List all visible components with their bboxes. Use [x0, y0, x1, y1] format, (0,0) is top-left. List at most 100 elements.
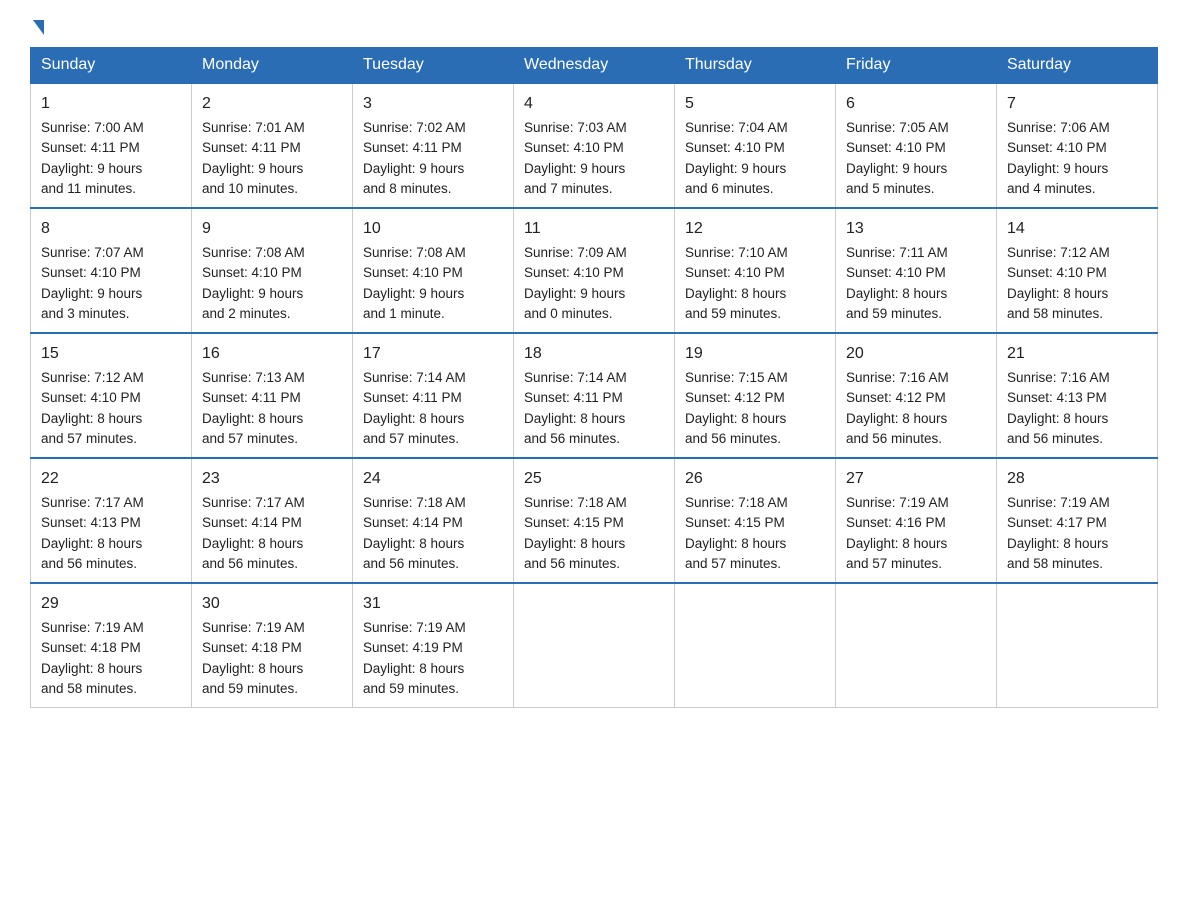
day-number: 15 [41, 342, 181, 366]
sunset-text: Sunset: 4:18 PM [202, 640, 302, 655]
calendar-cell-26: 26 Sunrise: 7:18 AM Sunset: 4:15 PM Dayl… [675, 458, 836, 583]
day-number: 9 [202, 217, 342, 241]
sunset-text: Sunset: 4:14 PM [363, 515, 463, 530]
calendar-cell-9: 9 Sunrise: 7:08 AM Sunset: 4:10 PM Dayli… [192, 208, 353, 333]
sunset-text: Sunset: 4:10 PM [41, 390, 141, 405]
day-number: 28 [1007, 467, 1147, 491]
sunset-text: Sunset: 4:10 PM [363, 265, 463, 280]
week-row-5: 29 Sunrise: 7:19 AM Sunset: 4:18 PM Dayl… [31, 583, 1158, 708]
page-header [30, 20, 1158, 37]
calendar-cell-29: 29 Sunrise: 7:19 AM Sunset: 4:18 PM Dayl… [31, 583, 192, 708]
daylight-text: Daylight: 8 hours [1007, 286, 1108, 301]
day-number: 8 [41, 217, 181, 241]
daylight-minutes-text: and 56 minutes. [685, 431, 781, 446]
sunrise-text: Sunrise: 7:12 AM [1007, 245, 1110, 260]
day-number: 16 [202, 342, 342, 366]
day-number: 3 [363, 92, 503, 116]
sunset-text: Sunset: 4:10 PM [685, 265, 785, 280]
calendar-cell-12: 12 Sunrise: 7:10 AM Sunset: 4:10 PM Dayl… [675, 208, 836, 333]
sunrise-text: Sunrise: 7:02 AM [363, 120, 466, 135]
day-number: 23 [202, 467, 342, 491]
day-number: 24 [363, 467, 503, 491]
sunrise-text: Sunrise: 7:16 AM [1007, 370, 1110, 385]
sunrise-text: Sunrise: 7:19 AM [1007, 495, 1110, 510]
day-number: 26 [685, 467, 825, 491]
daylight-text: Daylight: 8 hours [363, 661, 464, 676]
day-number: 27 [846, 467, 986, 491]
sunrise-text: Sunrise: 7:19 AM [202, 620, 305, 635]
sunset-text: Sunset: 4:11 PM [363, 390, 462, 405]
calendar-cell-17: 17 Sunrise: 7:14 AM Sunset: 4:11 PM Dayl… [353, 333, 514, 458]
daylight-minutes-text: and 56 minutes. [41, 556, 137, 571]
calendar-cell-empty [836, 583, 997, 708]
sunrise-text: Sunrise: 7:11 AM [846, 245, 948, 260]
calendar-cell-30: 30 Sunrise: 7:19 AM Sunset: 4:18 PM Dayl… [192, 583, 353, 708]
daylight-text: Daylight: 8 hours [524, 536, 625, 551]
sunset-text: Sunset: 4:13 PM [41, 515, 141, 530]
sunset-text: Sunset: 4:10 PM [524, 140, 624, 155]
sunrise-text: Sunrise: 7:08 AM [363, 245, 466, 260]
daylight-minutes-text: and 7 minutes. [524, 181, 613, 196]
calendar-cell-2: 2 Sunrise: 7:01 AM Sunset: 4:11 PM Dayli… [192, 83, 353, 208]
calendar-cell-28: 28 Sunrise: 7:19 AM Sunset: 4:17 PM Dayl… [997, 458, 1158, 583]
column-header-saturday: Saturday [997, 48, 1158, 84]
daylight-minutes-text: and 1 minute. [363, 306, 445, 321]
sunset-text: Sunset: 4:10 PM [685, 140, 785, 155]
daylight-minutes-text: and 57 minutes. [846, 556, 942, 571]
daylight-minutes-text: and 56 minutes. [1007, 431, 1103, 446]
daylight-minutes-text: and 2 minutes. [202, 306, 291, 321]
sunrise-text: Sunrise: 7:10 AM [685, 245, 788, 260]
calendar-cell-21: 21 Sunrise: 7:16 AM Sunset: 4:13 PM Dayl… [997, 333, 1158, 458]
day-number: 11 [524, 217, 664, 241]
calendar-cell-8: 8 Sunrise: 7:07 AM Sunset: 4:10 PM Dayli… [31, 208, 192, 333]
day-number: 1 [41, 92, 181, 116]
day-number: 18 [524, 342, 664, 366]
calendar-cell-5: 5 Sunrise: 7:04 AM Sunset: 4:10 PM Dayli… [675, 83, 836, 208]
daylight-text: Daylight: 9 hours [363, 161, 464, 176]
sunrise-text: Sunrise: 7:01 AM [202, 120, 305, 135]
daylight-text: Daylight: 9 hours [846, 161, 947, 176]
day-number: 25 [524, 467, 664, 491]
daylight-minutes-text: and 56 minutes. [202, 556, 298, 571]
sunrise-text: Sunrise: 7:12 AM [41, 370, 144, 385]
sunrise-text: Sunrise: 7:18 AM [363, 495, 466, 510]
daylight-minutes-text: and 57 minutes. [202, 431, 298, 446]
week-row-1: 1 Sunrise: 7:00 AM Sunset: 4:11 PM Dayli… [31, 83, 1158, 208]
daylight-minutes-text: and 58 minutes. [1007, 556, 1103, 571]
calendar-cell-24: 24 Sunrise: 7:18 AM Sunset: 4:14 PM Dayl… [353, 458, 514, 583]
daylight-minutes-text: and 3 minutes. [41, 306, 130, 321]
sunset-text: Sunset: 4:19 PM [363, 640, 463, 655]
calendar-cell-23: 23 Sunrise: 7:17 AM Sunset: 4:14 PM Dayl… [192, 458, 353, 583]
day-number: 2 [202, 92, 342, 116]
sunrise-text: Sunrise: 7:06 AM [1007, 120, 1110, 135]
daylight-minutes-text: and 58 minutes. [1007, 306, 1103, 321]
calendar-cell-22: 22 Sunrise: 7:17 AM Sunset: 4:13 PM Dayl… [31, 458, 192, 583]
column-header-thursday: Thursday [675, 48, 836, 84]
daylight-minutes-text: and 5 minutes. [846, 181, 935, 196]
calendar-cell-19: 19 Sunrise: 7:15 AM Sunset: 4:12 PM Dayl… [675, 333, 836, 458]
sunset-text: Sunset: 4:11 PM [41, 140, 140, 155]
week-row-2: 8 Sunrise: 7:07 AM Sunset: 4:10 PM Dayli… [31, 208, 1158, 333]
day-number: 20 [846, 342, 986, 366]
sunset-text: Sunset: 4:11 PM [524, 390, 623, 405]
sunrise-text: Sunrise: 7:04 AM [685, 120, 788, 135]
sunset-text: Sunset: 4:16 PM [846, 515, 946, 530]
day-number: 31 [363, 592, 503, 616]
day-number: 6 [846, 92, 986, 116]
daylight-minutes-text: and 56 minutes. [846, 431, 942, 446]
daylight-minutes-text: and 56 minutes. [524, 431, 620, 446]
column-header-friday: Friday [836, 48, 997, 84]
daylight-text: Daylight: 9 hours [524, 161, 625, 176]
sunrise-text: Sunrise: 7:19 AM [846, 495, 949, 510]
sunset-text: Sunset: 4:10 PM [41, 265, 141, 280]
day-number: 10 [363, 217, 503, 241]
sunrise-text: Sunrise: 7:03 AM [524, 120, 627, 135]
sunrise-text: Sunrise: 7:18 AM [524, 495, 627, 510]
calendar-table: SundayMondayTuesdayWednesdayThursdayFrid… [30, 47, 1158, 708]
sunset-text: Sunset: 4:17 PM [1007, 515, 1107, 530]
daylight-minutes-text: and 57 minutes. [363, 431, 459, 446]
calendar-cell-empty [675, 583, 836, 708]
calendar-cell-10: 10 Sunrise: 7:08 AM Sunset: 4:10 PM Dayl… [353, 208, 514, 333]
calendar-cell-4: 4 Sunrise: 7:03 AM Sunset: 4:10 PM Dayli… [514, 83, 675, 208]
sunset-text: Sunset: 4:10 PM [846, 140, 946, 155]
